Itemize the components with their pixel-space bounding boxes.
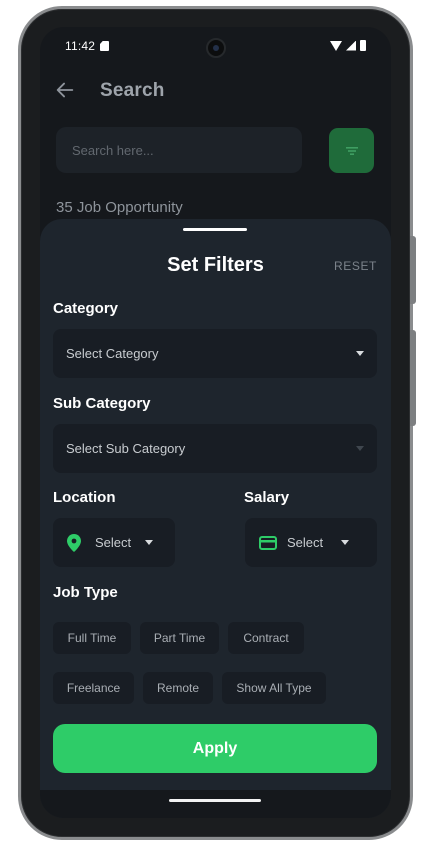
credit-card-icon <box>259 535 277 550</box>
location-select-value: Select <box>95 535 132 550</box>
power-button <box>410 236 416 304</box>
app-bar: Search <box>40 71 391 111</box>
front-camera <box>206 38 226 58</box>
reset-button[interactable]: RESET <box>334 259 377 273</box>
cell-signal-icon <box>346 40 356 51</box>
status-bar: 11:42 <box>40 27 391 65</box>
system-nav-bar <box>40 790 391 818</box>
back-arrow-icon[interactable] <box>54 79 76 101</box>
page-title: Search <box>100 80 165 101</box>
search-input[interactable] <box>56 127 302 173</box>
sim-card-icon <box>100 41 109 51</box>
chip-freelance[interactable]: Freelance <box>53 672 134 704</box>
location-pin-icon <box>67 533 81 552</box>
status-time: 11:42 <box>65 39 96 53</box>
chevron-down-icon <box>145 540 154 545</box>
apply-button[interactable]: Apply <box>53 724 377 773</box>
filter-icon <box>345 146 358 155</box>
chip-part-time[interactable]: Part Time <box>140 622 219 654</box>
home-indicator[interactable] <box>169 799 261 802</box>
category-select[interactable]: Select Category <box>53 329 377 378</box>
job-type-label: Job Type <box>53 584 118 601</box>
chevron-down-icon <box>356 446 364 451</box>
filter-button[interactable] <box>329 128 374 173</box>
salary-select-value: Select <box>287 535 324 550</box>
drag-handle[interactable] <box>183 228 247 231</box>
salary-label: Salary <box>244 489 290 506</box>
sub-category-select[interactable]: Select Sub Category <box>53 424 377 473</box>
chip-show-all-type[interactable]: Show All Type <box>222 672 326 704</box>
sub-category-select-value: Select Sub Category <box>66 441 186 456</box>
chip-full-time[interactable]: Full Time <box>53 622 131 654</box>
location-label: Location <box>53 489 116 506</box>
result-count: 35 Job Opportunity <box>56 199 183 216</box>
wifi-icon <box>330 40 342 51</box>
category-label: Category <box>53 300 119 317</box>
search-box <box>56 127 302 173</box>
chip-remote[interactable]: Remote <box>143 672 213 704</box>
chevron-down-icon <box>356 351 364 356</box>
sub-category-label: Sub Category <box>53 395 151 412</box>
screen: 11:42 Search 35 Job Opportunity Set Filt… <box>40 27 391 818</box>
location-select[interactable]: Select <box>53 518 175 567</box>
volume-button <box>410 330 416 426</box>
chevron-down-icon <box>341 540 350 545</box>
salary-select[interactable]: Select <box>245 518 377 567</box>
battery-icon <box>360 40 366 51</box>
status-icons <box>330 40 366 51</box>
category-select-value: Select Category <box>66 346 159 361</box>
filter-sheet: Set Filters RESET Category Select Catego… <box>40 219 391 818</box>
chip-contract[interactable]: Contract <box>228 622 304 654</box>
